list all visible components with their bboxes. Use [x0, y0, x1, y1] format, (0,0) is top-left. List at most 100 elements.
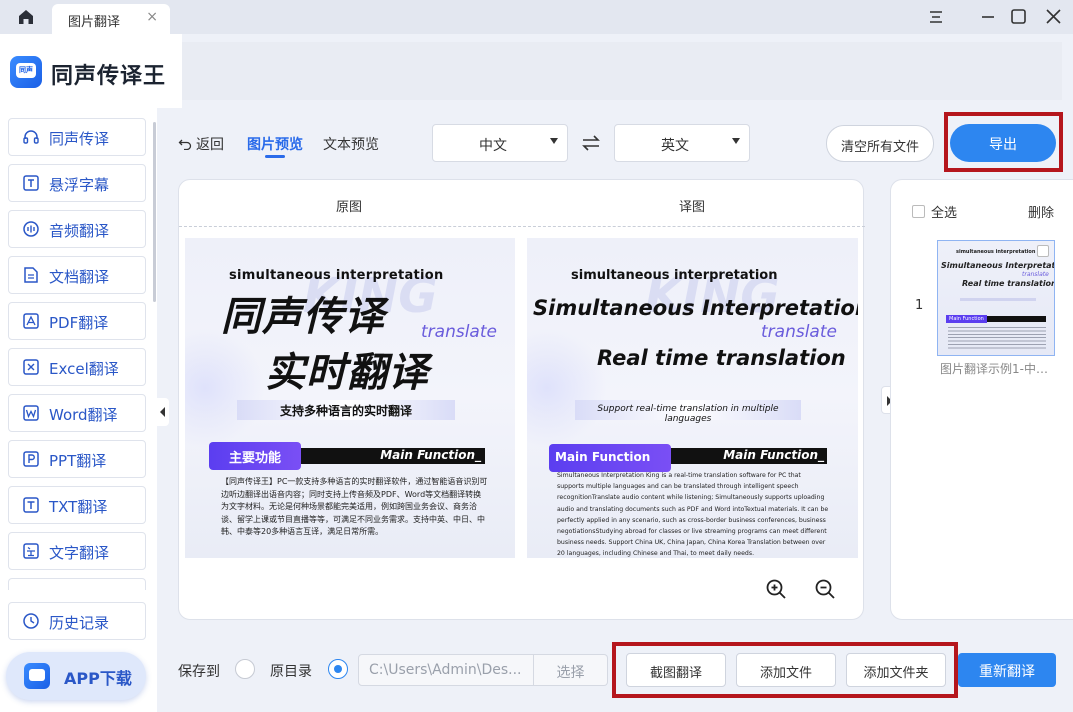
file-name: 图片翻译示例1-中英.png: [940, 362, 1058, 376]
poster-function-badge: 主要功能: [209, 442, 301, 470]
save-custom-radio[interactable]: [235, 659, 255, 679]
sidebar-item-label: 文字翻译: [49, 544, 110, 562]
zoom-out-icon: [815, 579, 835, 599]
active-tab-indicator: [265, 155, 285, 158]
poster-function-badge: Main Function: [549, 444, 671, 472]
header-area: [182, 42, 1062, 100]
sidebar-item-text[interactable]: 文字翻译: [8, 532, 146, 570]
file-index: 1: [915, 298, 924, 313]
select-all-checkbox[interactable]: [912, 205, 925, 218]
tab-close-icon[interactable]: ×: [146, 9, 158, 25]
add-folder-button[interactable]: 添加文件夹: [846, 653, 946, 687]
app-download-button[interactable]: APP下载: [6, 652, 146, 700]
sidebar-item-float-subtitle[interactable]: 悬浮字幕: [8, 164, 146, 202]
file-checkbox[interactable]: [1037, 245, 1049, 257]
word-icon: [23, 405, 39, 421]
preview-panel: 原图 译图 KING simultaneous interpretation 同…: [178, 179, 865, 620]
sidebar-item-label: TXT翻译: [49, 498, 108, 516]
sidebar: 同声传译 悬浮字幕 音频翻译 文档翻译 PDF翻译 Excel翻译 Word翻译…: [0, 108, 157, 712]
crop-translate-label: 截图翻译: [649, 666, 702, 681]
crop-translate-button[interactable]: 截图翻译: [626, 653, 726, 687]
app-logo: 同声: [10, 56, 42, 88]
thumb-title1: Simultaneous Interpretation: [941, 261, 1055, 270]
sidebar-collapse-button[interactable]: [157, 398, 169, 426]
sidebar-item-partial[interactable]: [8, 578, 146, 590]
thumb-badge: Main Function: [946, 315, 987, 323]
clear-all-label: 清空所有文件: [840, 140, 919, 155]
thumb-title2: Real time translation: [962, 279, 1055, 288]
sidebar-item-label: 历史记录: [49, 614, 110, 632]
sidebar-item-document[interactable]: 文档翻译: [8, 256, 146, 294]
file-thumbnail[interactable]: simultaneous interpretation Simultaneous…: [937, 240, 1055, 356]
close-button[interactable]: [1040, 4, 1068, 30]
text-icon: [23, 543, 39, 559]
swap-languages-button[interactable]: [580, 133, 602, 153]
back-label: 返回: [196, 137, 224, 153]
poster-tagline-pill: Support real-time translation in multipl…: [575, 400, 801, 424]
sidebar-item-excel[interactable]: Excel翻译: [8, 348, 146, 386]
poster-function-en: Main Function_: [380, 448, 481, 462]
close-icon: [1046, 9, 1061, 24]
translated-image[interactable]: KING simultaneous interpretation Simulta…: [527, 238, 858, 558]
maximize-button[interactable]: [1004, 4, 1032, 30]
sidebar-item-label: PDF翻译: [49, 314, 109, 332]
sidebar-item-label: Excel翻译: [49, 360, 119, 378]
caret-down-icon: [550, 138, 558, 144]
thumb-pill: [960, 298, 1036, 301]
zoom-in-icon: [766, 579, 786, 599]
source-language-select[interactable]: 中文: [432, 124, 568, 162]
app-download-label: APP下载: [64, 669, 132, 688]
export-button[interactable]: 导出: [950, 124, 1056, 162]
sidebar-item-audio[interactable]: 音频翻译: [8, 210, 146, 248]
clear-all-files-button[interactable]: 清空所有文件: [826, 125, 934, 162]
sidebar-item-history[interactable]: 历史记录: [8, 602, 146, 640]
translated-column-header: 译图: [679, 200, 706, 215]
tab-image-preview[interactable]: 图片预览: [247, 134, 303, 154]
poster-glow: [185, 328, 265, 448]
sidebar-item-txt[interactable]: TXT翻译: [8, 486, 146, 524]
zoom-in-button[interactable]: [765, 578, 787, 600]
poster-badge-text: Main Function: [555, 450, 651, 464]
zoom-out-button[interactable]: [814, 578, 836, 600]
thumb-body-lines: [948, 327, 1046, 351]
back-button[interactable]: 返回: [178, 134, 224, 154]
poster-badge-text: 主要功能: [228, 451, 281, 466]
select-all-label[interactable]: 全选: [931, 202, 957, 221]
sidebar-item-word[interactable]: Word翻译: [8, 394, 146, 432]
excel-icon: [23, 359, 39, 375]
original-column-header: 原图: [336, 200, 363, 215]
tab-text-preview[interactable]: 文本预览: [323, 134, 379, 154]
maximize-icon: [1011, 9, 1026, 24]
swap-icon: [582, 135, 600, 151]
retranslate-label: 重新翻译: [979, 664, 1035, 680]
save-original-dir-radio[interactable]: [328, 659, 348, 679]
sidebar-item-simultaneous[interactable]: 同声传译: [8, 118, 146, 156]
tab-image-translate[interactable]: 图片翻译 ×: [52, 4, 170, 34]
home-button[interactable]: [14, 6, 38, 28]
home-icon: [19, 10, 33, 24]
audio-icon: [23, 221, 39, 237]
sidebar-item-ppt[interactable]: PPT翻译: [8, 440, 146, 478]
subtitle-icon: [23, 175, 39, 191]
logo-bubble-icon: 同声: [16, 63, 36, 78]
delete-button[interactable]: 删除: [1028, 202, 1054, 221]
export-label: 导出: [989, 137, 1017, 153]
sidebar-item-pdf[interactable]: PDF翻译: [8, 302, 146, 340]
thumb-subtitle: simultaneous interpretation: [956, 249, 1036, 255]
save-path-input[interactable]: [358, 654, 534, 686]
retranslate-button[interactable]: 重新翻译: [958, 653, 1056, 687]
poster-body-text: Simultaneous Interpretation King is a re…: [557, 472, 829, 558]
poster-title-line2: Real time translation: [597, 346, 846, 370]
target-language-select[interactable]: 英文: [614, 124, 750, 162]
minimize-icon: [982, 16, 994, 18]
original-dir-label: 原目录: [270, 664, 312, 680]
sidebar-scrollbar[interactable]: [153, 122, 156, 302]
sidebar-item-label: Word翻译: [49, 406, 118, 424]
sidebar-item-label: 音频翻译: [49, 222, 110, 240]
add-file-button[interactable]: 添加文件: [736, 653, 836, 687]
minimize-button[interactable]: [974, 4, 1002, 30]
menu-button[interactable]: [922, 4, 950, 30]
original-image[interactable]: KING simultaneous interpretation 同声传译 tr…: [185, 238, 515, 558]
choose-path-button[interactable]: 选择: [534, 654, 608, 686]
caret-down-icon: [732, 138, 740, 144]
